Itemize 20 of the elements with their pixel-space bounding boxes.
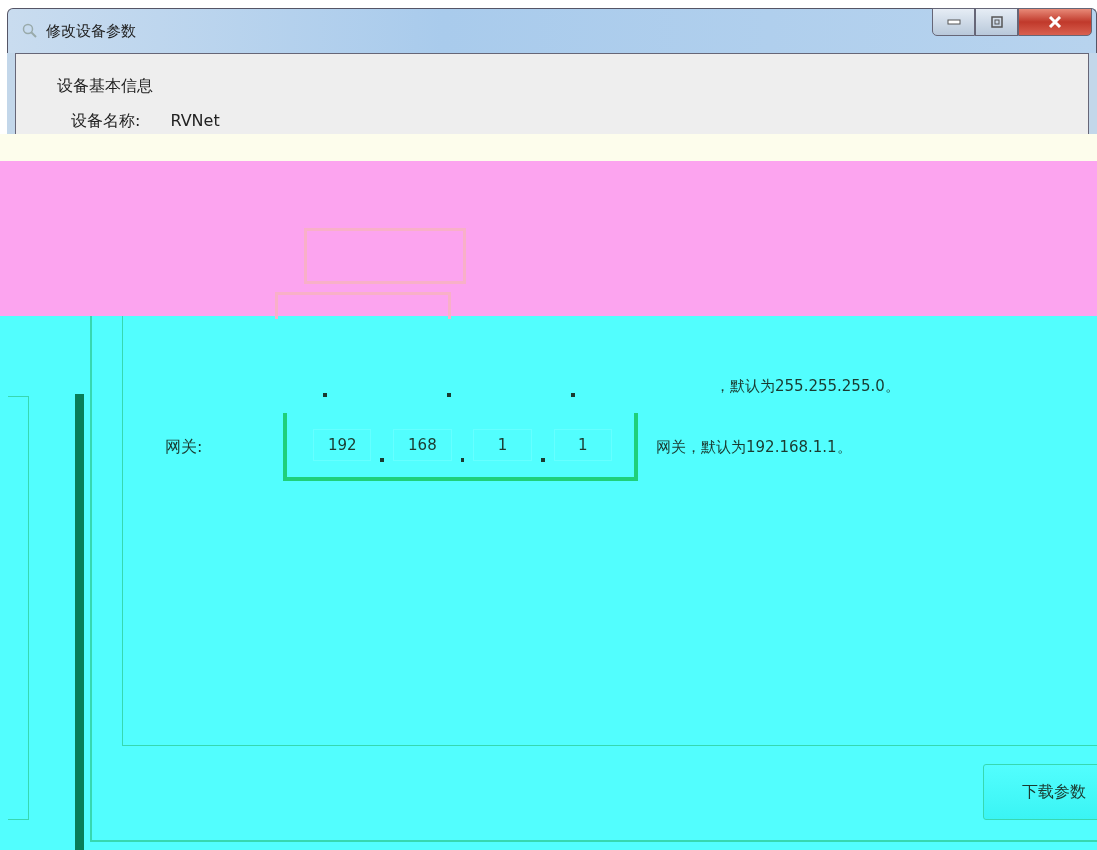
octet-field[interactable]: 192 bbox=[313, 429, 372, 461]
close-button[interactable] bbox=[1018, 8, 1092, 36]
device-name-value: RVNet bbox=[170, 111, 220, 132]
maximize-button[interactable] bbox=[975, 8, 1018, 36]
close-icon bbox=[1048, 16, 1062, 28]
minimize-button[interactable] bbox=[932, 8, 975, 36]
window-title: 修改设备参数 bbox=[46, 21, 136, 41]
gateway-hint: 网关，默认为192.168.1.1。 bbox=[656, 437, 852, 457]
octet-field[interactable]: 1 bbox=[553, 429, 612, 461]
download-button[interactable]: 下载参数 bbox=[983, 764, 1097, 820]
device-name-label: 设备名称: bbox=[71, 111, 141, 132]
minimize-icon bbox=[946, 19, 961, 25]
octet-field[interactable]: 168 bbox=[393, 429, 452, 461]
octet-field[interactable]: 1 bbox=[473, 429, 532, 461]
subnet-hint: ，默认为255.255.255.0。 bbox=[715, 376, 900, 396]
group-title: 设备基本信息 bbox=[54, 76, 156, 97]
magnifier-icon bbox=[22, 23, 38, 39]
ip-address-field[interactable]: 192 168 1 1 bbox=[283, 413, 638, 481]
maximize-icon bbox=[990, 16, 1003, 28]
gateway-label: 网关: bbox=[164, 436, 204, 458]
